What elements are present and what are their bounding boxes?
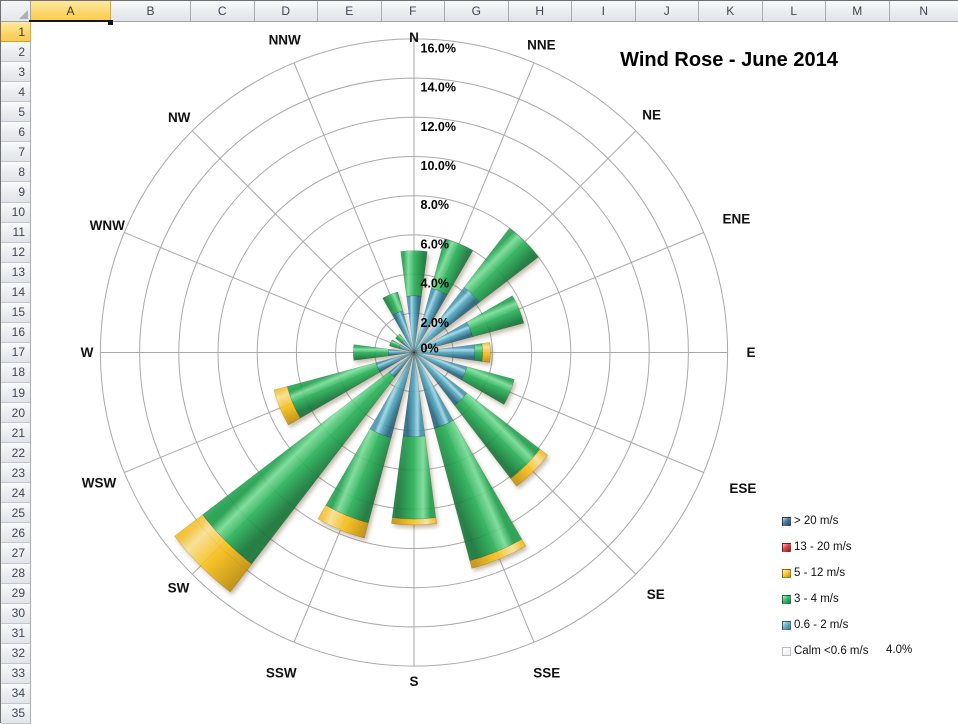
legend-swatch-5-12 xyxy=(782,569,791,578)
grid-spoke-WNW xyxy=(124,233,414,353)
petal-N[interactable] xyxy=(401,251,428,353)
petal-segment-W[interactable] xyxy=(353,345,388,361)
petal-segment-S[interactable] xyxy=(392,436,436,519)
direction-label-W[interactable]: W xyxy=(81,345,94,360)
direction-label-SSW[interactable]: SSW xyxy=(266,666,297,681)
radial-tick-6.0%[interactable]: 6.0% xyxy=(421,237,450,251)
legend-swatch-calm xyxy=(782,647,791,656)
legend-label: Calm <0.6 m/s xyxy=(794,645,868,657)
petal-S[interactable] xyxy=(391,353,436,525)
legend-item-13-20[interactable]: 13 - 20 m/s xyxy=(782,534,957,560)
grid-spoke-NW xyxy=(192,131,414,353)
direction-label-NE[interactable]: NE xyxy=(642,107,661,122)
legend-swatch-3-4 xyxy=(782,595,791,604)
radial-tick-0%[interactable]: 0% xyxy=(421,342,439,356)
radial-tick-14.0%[interactable]: 14.0% xyxy=(421,81,456,95)
legend-item-calm[interactable]: Calm <0.6 m/s 4.0% xyxy=(782,638,957,664)
radial-tick-4.0%[interactable]: 4.0% xyxy=(421,277,450,291)
legend-label: > 20 m/s xyxy=(794,515,838,527)
radial-tick-12.0%[interactable]: 12.0% xyxy=(421,120,456,134)
radial-tick-8.0%[interactable]: 8.0% xyxy=(421,198,450,212)
legend-swatch-gt20 xyxy=(782,517,791,526)
direction-label-SSE[interactable]: SSE xyxy=(533,666,560,681)
legend-item-3-4[interactable]: 3 - 4 m/s xyxy=(782,586,957,612)
petal-segment-E[interactable] xyxy=(482,343,490,363)
direction-label-E[interactable]: E xyxy=(746,345,755,360)
petal-segment-E[interactable] xyxy=(474,344,482,362)
petal-segment-NNW[interactable] xyxy=(383,292,403,315)
direction-label-NW[interactable]: NW xyxy=(168,110,191,125)
direction-label-SW[interactable]: SW xyxy=(168,581,190,596)
legend-swatch-13-20 xyxy=(782,543,791,552)
legend-swatch-0.6-2 xyxy=(782,621,791,630)
legend-label: 0.6 - 2 m/s xyxy=(794,619,848,631)
legend-item-0.6-2[interactable]: 0.6 - 2 m/s xyxy=(782,612,957,638)
radial-tick-16.0%[interactable]: 16.0% xyxy=(421,41,456,55)
direction-label-N[interactable]: N xyxy=(409,30,419,45)
direction-label-NNE[interactable]: NNE xyxy=(527,37,556,52)
legend-item-5-12[interactable]: 5 - 12 m/s xyxy=(782,560,957,586)
radial-tick-10.0%[interactable]: 10.0% xyxy=(421,159,456,173)
legend-label: 13 - 20 m/s xyxy=(794,541,852,553)
direction-label-ESE[interactable]: ESE xyxy=(729,481,756,496)
legend-label: 3 - 4 m/s xyxy=(794,593,839,605)
radial-tick-2.0%[interactable]: 2.0% xyxy=(421,316,450,330)
legend-label: 5 - 12 m/s xyxy=(794,567,845,579)
direction-label-ENE[interactable]: ENE xyxy=(723,211,751,226)
excel-sheet-frame: ABCDEFGHIJKLMN 1234567891011121314151617… xyxy=(0,0,958,723)
legend-item-gt20[interactable]: > 20 m/s xyxy=(782,508,957,534)
petal-W[interactable] xyxy=(353,345,414,361)
petal-segment-S[interactable] xyxy=(403,353,425,437)
direction-label-NNW[interactable]: NNW xyxy=(269,33,301,48)
direction-label-S[interactable]: S xyxy=(409,674,418,689)
chart-title[interactable]: Wind Rose - June 2014 xyxy=(598,49,860,72)
direction-label-SE[interactable]: SE xyxy=(647,587,665,602)
direction-label-WNW[interactable]: WNW xyxy=(90,218,125,233)
chart-legend: > 20 m/s 13 - 20 m/s 5 - 12 m/s 3 - 4 m/s 0.… xyxy=(782,508,957,664)
calm-percentage-value: 4.0% xyxy=(886,644,912,656)
direction-label-WSW[interactable]: WSW xyxy=(82,476,117,491)
